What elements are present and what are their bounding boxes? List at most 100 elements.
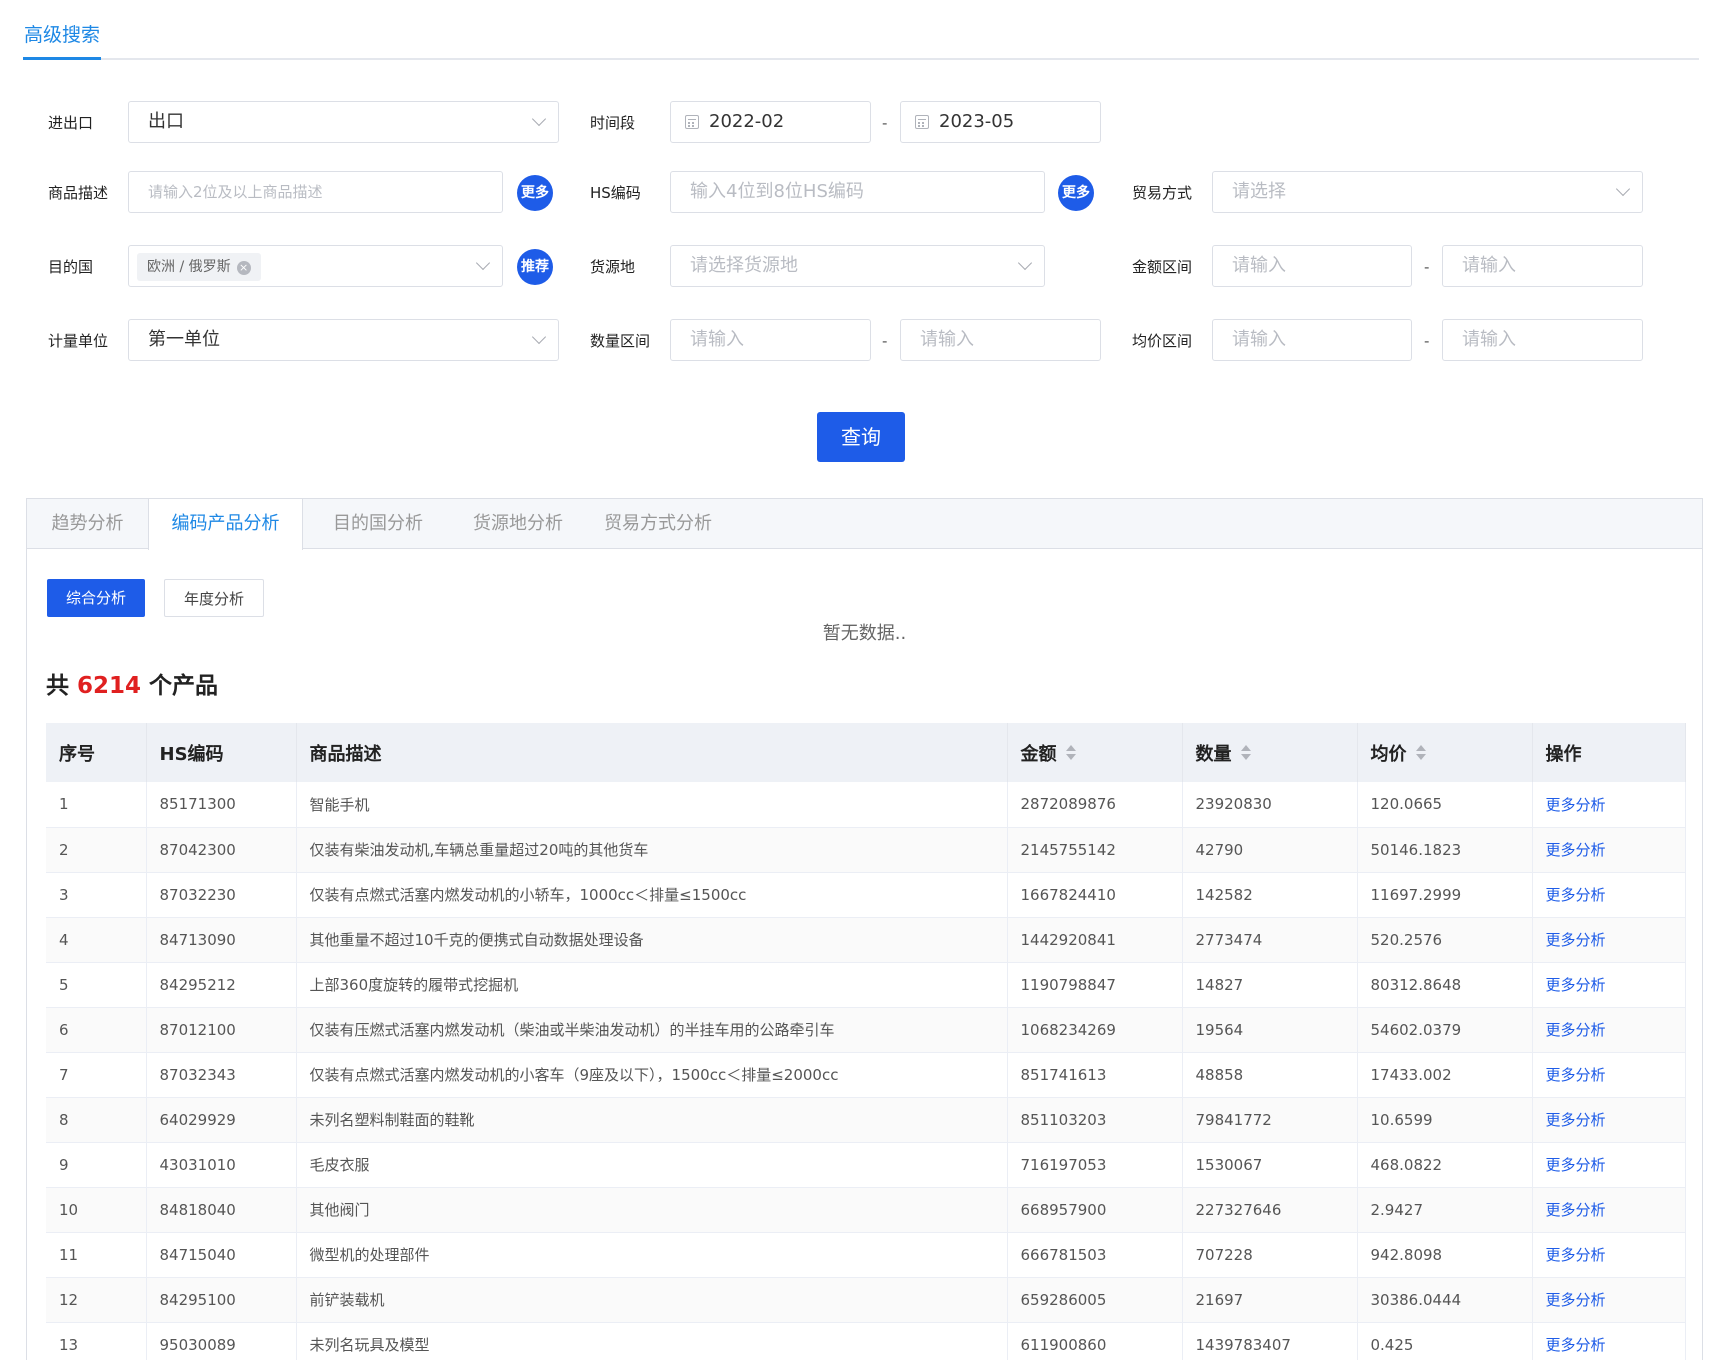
cell-description: 前铲装载机: [296, 1277, 1008, 1323]
amount-min-input[interactable]: 请输入: [1212, 245, 1412, 287]
cell-avg-price: 17433.002: [1357, 1052, 1533, 1098]
more-analysis-link[interactable]: 更多分析: [1532, 1277, 1686, 1323]
cell-index: 6: [46, 1007, 147, 1053]
chevron-down-icon: [475, 255, 491, 271]
more-analysis-link[interactable]: 更多分析: [1532, 1097, 1686, 1143]
amount-max-placeholder: 请输入: [1462, 255, 1516, 276]
query-button[interactable]: 查询: [817, 412, 905, 462]
table-row: 7 87032343 仅装有点燃式活塞内燃发动机的小客车（9座及以下），1500cc…: [46, 1052, 1686, 1098]
table-row: 1 85171300 智能手机 2872089876 23920830 120.0665 更…: [46, 782, 1686, 828]
table-body: 1 85171300 智能手机 2872089876 23920830 120.0665 更…: [46, 782, 1686, 1360]
hs-code-more-button[interactable]: 更多: [1058, 175, 1094, 211]
cell-quantity: 21697: [1182, 1277, 1358, 1323]
yearly-analysis-button[interactable]: 年度分析: [164, 579, 264, 617]
comprehensive-analysis-button[interactable]: 综合分析: [47, 579, 145, 617]
more-analysis-link[interactable]: 更多分析: [1532, 1007, 1686, 1053]
no-data-text: 暂无数据..: [822, 623, 907, 644]
sort-icon[interactable]: [1415, 744, 1427, 762]
qty-range-label: 数量区间: [590, 332, 651, 350]
form-row-1: 进出口 出口 时间段 2022-02 - 2023-05: [0, 101, 1724, 145]
tab-trade-mode[interactable]: 贸易方式分析: [583, 499, 733, 549]
table-row: 6 87012100 仅装有压燃式活塞内燃发动机（柴油或半柴油发动机）的半挂车用的公…: [46, 1007, 1686, 1053]
more-analysis-link[interactable]: 更多分析: [1532, 1187, 1686, 1233]
cell-hs-code: 84295212: [146, 962, 297, 1008]
table-row: 3 87032230 仅装有点燃式活塞内燃发动机的小轿车，1000cc＜排量≤150…: [46, 872, 1686, 918]
cell-index: 11: [46, 1232, 147, 1278]
tab-origin[interactable]: 货源地分析: [453, 499, 583, 549]
tab-destination[interactable]: 目的国分析: [303, 499, 453, 549]
unit-select[interactable]: 第一单位: [128, 319, 559, 361]
table-row: 10 84818040 其他阀门 668957900 227327646 2.9427 更多…: [46, 1187, 1686, 1233]
product-total: 共 6214 个产品: [46, 666, 218, 700]
period-start-picker[interactable]: 2022-02: [670, 101, 871, 143]
col-qty-header[interactable]: 数量: [1182, 723, 1358, 782]
price-min-input[interactable]: 请输入: [1212, 319, 1412, 361]
sort-icon[interactable]: [1240, 744, 1252, 762]
amount-max-input[interactable]: 请输入: [1442, 245, 1643, 287]
cell-avg-price: 520.2576: [1357, 917, 1533, 963]
cell-hs-code: 87042300: [146, 827, 297, 873]
period-end-picker[interactable]: 2023-05: [900, 101, 1101, 143]
table-row: 9 43031010 毛皮衣服 716197053 1530067 468.0822 更多分…: [46, 1142, 1686, 1188]
cell-amount: 716197053: [1007, 1142, 1183, 1188]
more-analysis-link[interactable]: 更多分析: [1532, 782, 1686, 828]
table-header-row: 序号 HS编码 商品描述 金额 数量 均价 操作: [46, 723, 1686, 782]
hs-code-placeholder: 输入4位到8位HS编码: [690, 181, 864, 202]
cell-index: 10: [46, 1187, 147, 1233]
cell-description: 毛皮衣服: [296, 1142, 1008, 1188]
price-max-placeholder: 请输入: [1462, 329, 1516, 350]
price-range-label: 均价区间: [1132, 332, 1193, 350]
tab-advanced-search[interactable]: 高级搜索: [23, 20, 102, 60]
destination-select[interactable]: 欧洲 / 俄罗斯 ×: [128, 245, 503, 287]
cell-quantity: 142582: [1182, 872, 1358, 918]
qty-min-input[interactable]: 请输入: [670, 319, 871, 361]
chevron-down-icon: [531, 329, 547, 345]
more-analysis-link[interactable]: 更多分析: [1532, 1142, 1686, 1188]
more-analysis-link[interactable]: 更多分析: [1532, 962, 1686, 1008]
trade-mode-select[interactable]: 请选择: [1212, 171, 1643, 213]
amount-range-label: 金额区间: [1132, 258, 1193, 276]
more-analysis-link[interactable]: 更多分析: [1532, 872, 1686, 918]
col-qty-label: 数量: [1195, 743, 1232, 765]
more-analysis-link[interactable]: 更多分析: [1532, 1052, 1686, 1098]
more-analysis-link[interactable]: 更多分析: [1532, 1232, 1686, 1278]
product-desc-input[interactable]: 请输入2位及以上商品描述: [128, 171, 503, 213]
price-max-input[interactable]: 请输入: [1442, 319, 1643, 361]
col-desc-label: 商品描述: [309, 743, 382, 765]
destination-tag: 欧洲 / 俄罗斯 ×: [137, 253, 261, 281]
more-analysis-link[interactable]: 更多分析: [1532, 917, 1686, 963]
amount-min-placeholder: 请输入: [1232, 255, 1286, 276]
cell-amount: 2145755142: [1007, 827, 1183, 873]
import-export-select[interactable]: 出口: [128, 101, 559, 143]
col-amount-header[interactable]: 金额: [1007, 723, 1183, 782]
hs-code-input[interactable]: 输入4位到8位HS编码: [670, 171, 1045, 213]
cell-description: 智能手机: [296, 782, 1008, 828]
cell-amount: 1442920841: [1007, 917, 1183, 963]
cell-amount: 1190798847: [1007, 962, 1183, 1008]
sort-icon[interactable]: [1065, 744, 1077, 762]
cell-hs-code: 87032343: [146, 1052, 297, 1098]
destination-recommend-button[interactable]: 推荐: [517, 249, 553, 285]
unit-label: 计量单位: [48, 332, 109, 350]
trade-mode-placeholder: 请选择: [1232, 181, 1286, 202]
tab-trend[interactable]: 趋势分析: [27, 499, 148, 549]
tag-close-icon[interactable]: ×: [236, 261, 251, 275]
col-price-header[interactable]: 均价: [1357, 723, 1533, 782]
tab-code-product[interactable]: 编码产品分析: [148, 499, 303, 550]
cell-amount: 659286005: [1007, 1277, 1183, 1323]
amount-separator: -: [1424, 258, 1430, 276]
qty-max-input[interactable]: 请输入: [900, 319, 1101, 361]
product-desc-more-button[interactable]: 更多: [517, 175, 553, 211]
cell-description: 其他阀门: [296, 1187, 1008, 1233]
cell-amount: 1667824410: [1007, 872, 1183, 918]
cell-hs-code: 87012100: [146, 1007, 297, 1053]
cell-avg-price: 30386.0444: [1357, 1277, 1533, 1323]
table-row: 12 84295100 前铲装载机 659286005 21697 30386.0444 更…: [46, 1277, 1686, 1323]
cell-description: 仅装有压燃式活塞内燃发动机（柴油或半柴油发动机）的半挂车用的公路牵引车: [296, 1007, 1008, 1053]
more-analysis-link[interactable]: 更多分析: [1532, 1322, 1686, 1360]
origin-select[interactable]: 请选择货源地: [670, 245, 1045, 287]
more-analysis-link[interactable]: 更多分析: [1532, 827, 1686, 873]
cell-quantity: 48858: [1182, 1052, 1358, 1098]
calendar-icon: [915, 115, 929, 129]
origin-label: 货源地: [590, 258, 636, 276]
